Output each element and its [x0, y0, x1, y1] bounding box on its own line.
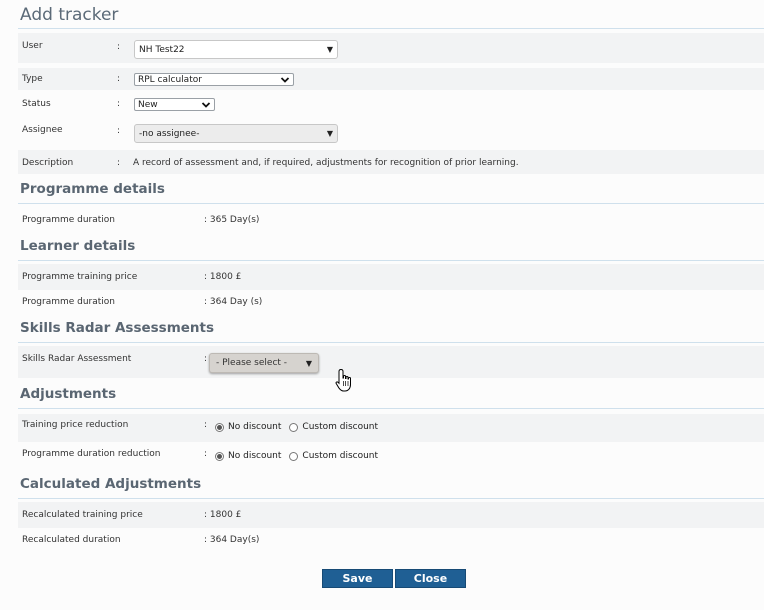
training-price-reduction-label: Training price reduction [22, 420, 129, 430]
save-button[interactable]: Save [322, 569, 393, 588]
calculated-adjustments-heading: Calculated Adjustments [20, 476, 202, 492]
page-title: Add tracker [20, 5, 119, 25]
learner-training-price-label: Programme training price [22, 272, 138, 282]
training-price-no-discount-radio[interactable] [215, 422, 224, 432]
triangle-down-icon: ▼ [326, 129, 333, 138]
duration-reduction-colon: : [204, 449, 208, 459]
programme-details-heading: Programme details [20, 181, 165, 197]
status-label: Status [22, 99, 51, 109]
skills-radar-colon: : [204, 354, 208, 364]
training-price-no-discount-label[interactable]: No discount [228, 422, 281, 432]
programme-duration-label: Programme duration [22, 215, 116, 225]
triangle-down-icon: ▼ [326, 45, 333, 54]
calculated-adjustments-divider [18, 498, 764, 499]
description-value: A record of assessment and, if required,… [133, 158, 519, 168]
description-colon: : [117, 158, 121, 168]
training-price-reduction-band [18, 414, 764, 442]
duration-no-discount-label[interactable]: No discount [228, 451, 281, 461]
skills-radar-select[interactable]: - Please select - ▼ [209, 353, 319, 373]
learner-duration-value: : 364 Day (s) [204, 297, 263, 307]
training-price-reduction-colon: : [204, 420, 208, 430]
programme-duration-value: : 365 Day(s) [204, 215, 260, 225]
chevron-down-icon [201, 100, 211, 110]
status-select-value: New [138, 99, 158, 110]
close-button[interactable]: Close [395, 569, 466, 588]
user-colon: : [117, 42, 121, 52]
user-select[interactable]: NH Test22 ▼ [134, 40, 338, 59]
training-price-reduction-options: No discount Custom discount [215, 422, 378, 432]
adjustments-divider [18, 408, 764, 409]
status-select[interactable]: New [134, 98, 215, 111]
hand-pointer-icon [335, 368, 351, 392]
user-label: User [22, 41, 43, 51]
duration-reduction-options: No discount Custom discount [215, 451, 378, 461]
type-select-value: RPL calculator [138, 74, 202, 85]
duration-custom-discount-label[interactable]: Custom discount [302, 451, 378, 461]
skills-radar-select-value: - Please select - [216, 358, 288, 368]
type-select[interactable]: RPL calculator [134, 73, 294, 86]
skills-radar-heading: Skills Radar Assessments [20, 320, 215, 336]
recalculated-duration-value: : 364 Day(s) [204, 535, 260, 545]
assignee-select-value: -no assignee- [139, 128, 200, 139]
assignee-colon: : [117, 126, 121, 136]
type-colon: : [117, 74, 121, 84]
learner-details-divider [18, 260, 764, 261]
recalculated-training-price-value: : 1800 £ [204, 510, 242, 520]
skills-radar-assessment-label: Skills Radar Assessment [22, 354, 132, 364]
title-divider [18, 28, 764, 29]
assignee-select[interactable]: -no assignee- ▼ [134, 124, 338, 143]
learner-training-price-value: : 1800 £ [204, 272, 242, 282]
duration-custom-discount-radio[interactable] [289, 451, 299, 461]
training-price-custom-discount-radio[interactable] [289, 422, 299, 432]
recalculated-training-price-label: Recalculated training price [22, 510, 143, 520]
chevron-down-icon [280, 75, 290, 85]
user-row-band [18, 33, 764, 63]
programme-details-divider [18, 203, 764, 204]
status-colon: : [117, 99, 121, 109]
recalculated-duration-label: Recalculated duration [22, 535, 121, 545]
skills-radar-divider [18, 342, 764, 343]
training-price-custom-discount-label[interactable]: Custom discount [302, 422, 378, 432]
learner-duration-label: Programme duration [22, 297, 116, 307]
duration-no-discount-radio[interactable] [215, 451, 224, 461]
duration-reduction-label: Programme duration reduction [22, 449, 161, 459]
description-label: Description [22, 158, 74, 168]
adjustments-heading: Adjustments [20, 386, 117, 402]
triangle-down-icon: ▼ [305, 358, 312, 368]
user-select-value: NH Test22 [139, 44, 185, 55]
learner-details-heading: Learner details [20, 238, 136, 254]
assignee-label: Assignee [22, 125, 63, 135]
type-row-band [18, 68, 764, 90]
type-label: Type [22, 74, 43, 84]
